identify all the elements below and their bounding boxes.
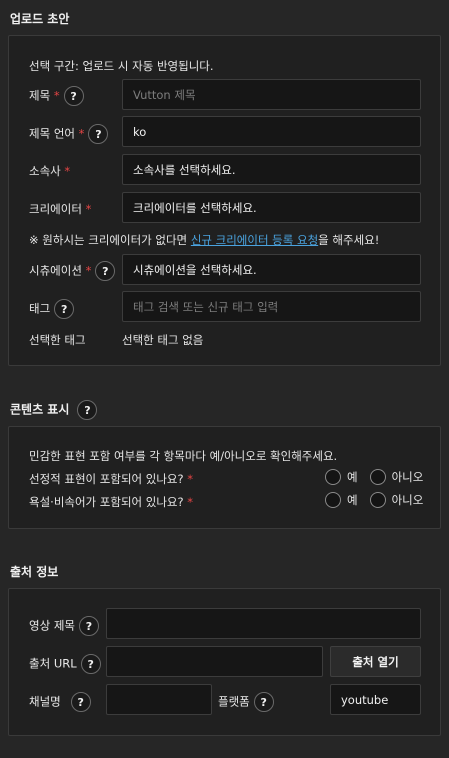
video-title-label: 영상 제목? [29, 616, 99, 636]
tag-search-input[interactable]: 태그 검색 또는 신규 태그 입력 [122, 291, 421, 322]
profanity-yes-option[interactable]: 예 [325, 492, 358, 508]
help-icon[interactable]: ? [63, 86, 84, 106]
required-mark: * [64, 164, 71, 178]
help-icon[interactable]: ? [95, 261, 116, 281]
studio-label-text: 소속사 [29, 164, 61, 178]
help-icon[interactable]: ? [88, 124, 109, 144]
required-mark: * [85, 202, 92, 216]
help-icon[interactable]: ? [80, 654, 101, 674]
situation-label: 시츄에이션 *? [29, 261, 116, 281]
situation-label-text: 시츄에이션 [29, 263, 82, 278]
lang-label: 제목 언어 *? [29, 124, 109, 144]
required-mark: * [85, 263, 92, 278]
tag-label: 태그? [29, 299, 75, 319]
creator-note-suffix: 을 해주세요! [318, 233, 380, 247]
channel-label: 채널명? [29, 692, 91, 712]
lang-label-text: 제목 언어 [29, 126, 75, 141]
question-profanity: 욕설·비속어가 포함되어 있나요? * [29, 494, 193, 510]
profanity-no-option[interactable]: 아니오 [369, 492, 424, 508]
creator-request-link[interactable]: 신규 크리에이터 등록 요청 [191, 233, 318, 247]
source-section-title: 출처 정보 [10, 565, 59, 579]
help-icon[interactable]: ? [253, 692, 274, 712]
sexual-radio-group: 예 아니오 [320, 469, 423, 485]
lang-input[interactable]: ko [122, 116, 421, 147]
creator-label-text: 크리에이터 [29, 202, 82, 216]
selected-tags-label: 선택한 태그 [29, 333, 86, 347]
radio-label: 예 [347, 493, 358, 507]
video-title-label-text: 영상 제목 [29, 618, 75, 633]
channel-input[interactable] [106, 684, 212, 715]
required-mark: * [187, 472, 194, 486]
help-icon[interactable]: ? [78, 616, 99, 636]
radio-label: 아니오 [391, 493, 424, 507]
upload-section-title: 업로드 초안 [10, 12, 70, 26]
required-mark: * [187, 495, 194, 509]
selected-tags-value: 선택한 태그 없음 [122, 333, 204, 347]
profanity-radio-group: 예 아니오 [320, 492, 423, 508]
creator-select[interactable]: 크리에이터를 선택하세요. [122, 192, 421, 223]
tag-label-text: 태그 [29, 301, 51, 316]
sexual-no-option[interactable]: 아니오 [369, 469, 424, 485]
title-input[interactable]: Vutton 제목 [122, 79, 421, 110]
sexual-yes-option[interactable]: 예 [325, 469, 358, 485]
content-section-title-text: 콘텐츠 표시 [10, 402, 70, 417]
question-sexual-text: 선정적 표현이 포함되어 있나요? [29, 472, 184, 486]
platform-input[interactable]: youtube [330, 684, 421, 715]
radio-label: 예 [347, 470, 358, 484]
channel-label-text: 채널명 [29, 694, 61, 709]
open-source-button[interactable]: 출처 열기 [330, 646, 421, 677]
required-mark: * [78, 126, 85, 141]
question-profanity-text: 욕설·비속어가 포함되어 있나요? [29, 495, 184, 509]
content-section-title: 콘텐츠 표시? [10, 400, 98, 420]
radio-icon[interactable] [369, 469, 386, 485]
source-url-label: 출처 URL? [29, 654, 101, 674]
studio-select[interactable]: 소속사를 선택하세요. [122, 154, 421, 185]
radio-icon[interactable] [325, 492, 341, 508]
upload-notice: 선택 구간: 업로드 시 자동 반영됩니다. [29, 59, 214, 73]
creator-label: 크리에이터 * [29, 201, 91, 217]
radio-icon[interactable] [369, 492, 386, 508]
studio-label: 소속사 * [29, 163, 70, 179]
platform-label-text: 플랫폼 [218, 694, 250, 709]
video-title-input[interactable] [106, 608, 421, 639]
content-notice: 민감한 표현 포함 여부를 각 항목마다 예/아니오로 확인해주세요. [29, 449, 338, 463]
situation-select[interactable]: 시츄에이션을 선택하세요. [122, 254, 421, 285]
radio-icon[interactable] [325, 469, 341, 485]
source-url-label-text: 출처 URL [29, 656, 77, 671]
radio-label: 아니오 [391, 470, 424, 484]
source-url-input[interactable] [106, 646, 323, 677]
help-icon[interactable]: ? [70, 692, 91, 712]
title-label-text: 제목 [29, 88, 51, 103]
help-icon[interactable]: ? [54, 299, 75, 319]
question-sexual: 선정적 표현이 포함되어 있나요? * [29, 471, 193, 487]
help-icon[interactable]: ? [77, 400, 98, 420]
creator-note-text: ※ 원하시는 크리에이터가 없다면 [29, 233, 188, 247]
required-mark: * [53, 88, 60, 103]
title-label: 제목 *? [29, 86, 84, 106]
platform-label: 플랫폼? [218, 692, 274, 712]
creator-note: ※ 원하시는 크리에이터가 없다면 신규 크리에이터 등록 요청을 해주세요! [29, 232, 379, 248]
